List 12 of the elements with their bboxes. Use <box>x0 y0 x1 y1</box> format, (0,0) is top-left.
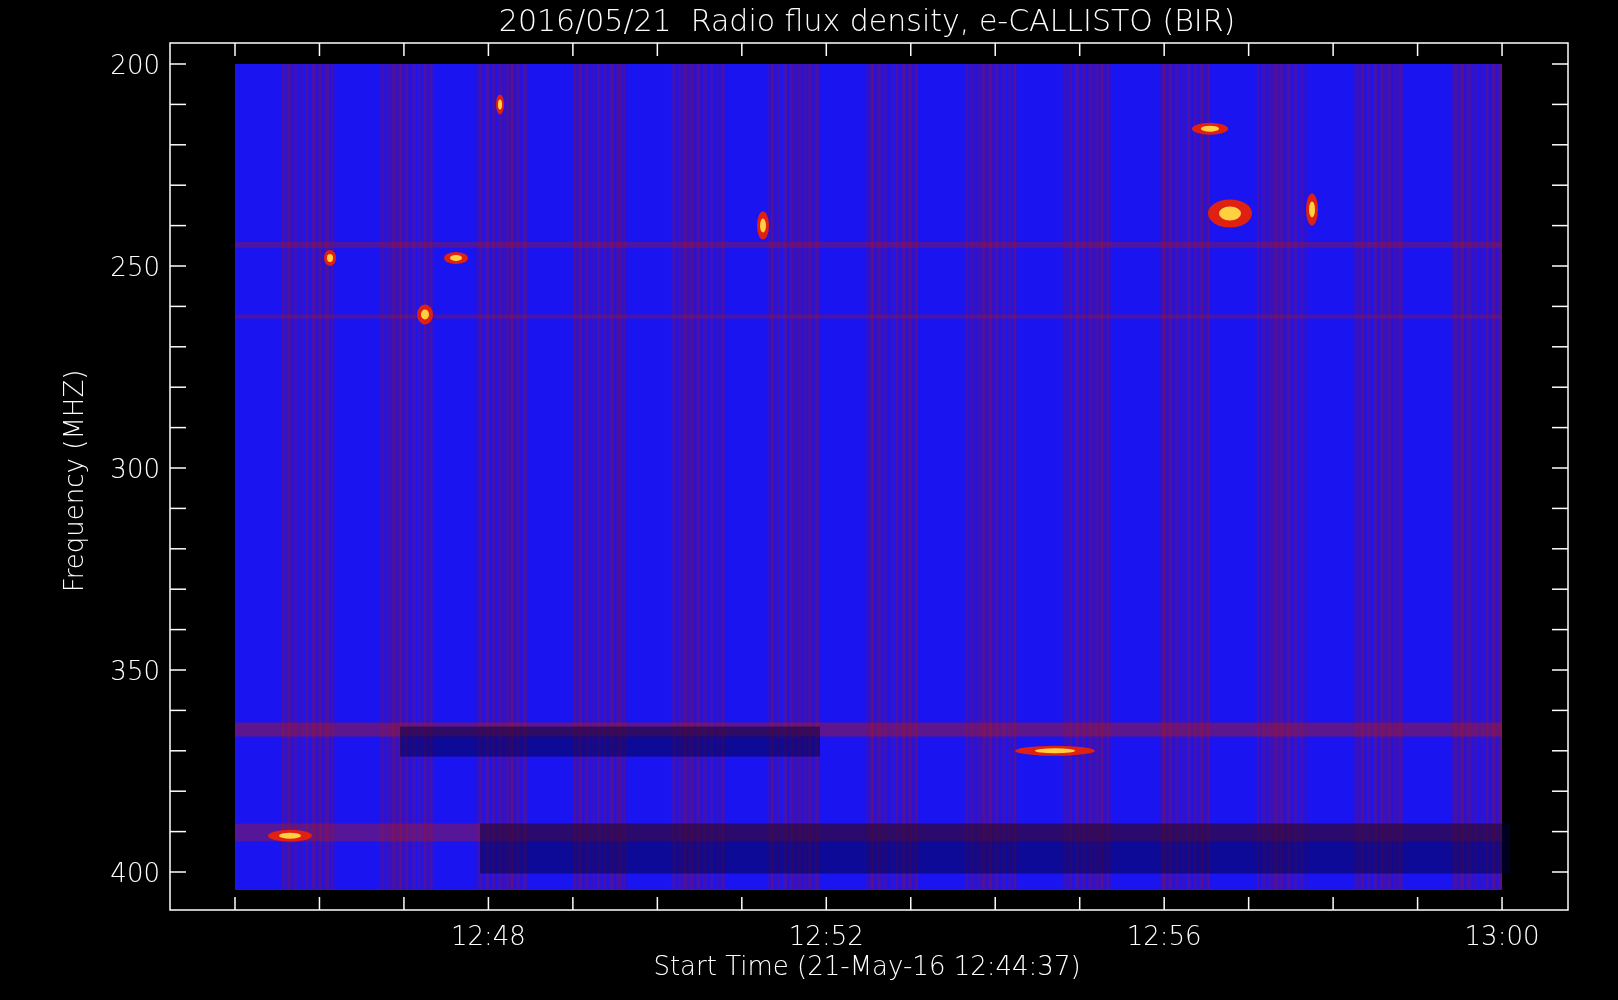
axis-tick-label: 250 <box>110 252 160 282</box>
chart-title: 2016/05/21 Radio flux density, e-CALLISTO (BIR) <box>498 3 1236 38</box>
x-axis-label: Start Time (21-May-16 12:44:37) <box>653 951 1081 981</box>
axis-tick-label: 200 <box>110 50 160 80</box>
axis-tick-label: 12:56 <box>1126 921 1202 951</box>
axis-tick-label: 350 <box>110 656 160 686</box>
axis-tick-label: 12:52 <box>788 921 864 951</box>
axis-tick-label: 13:00 <box>1464 921 1540 951</box>
axis-tick-label: 400 <box>110 858 160 888</box>
axis-tick-label: 12:48 <box>450 921 526 951</box>
y-axis-label: Frequency (MHZ) <box>59 369 89 593</box>
axis-tick-label: 300 <box>110 454 160 484</box>
